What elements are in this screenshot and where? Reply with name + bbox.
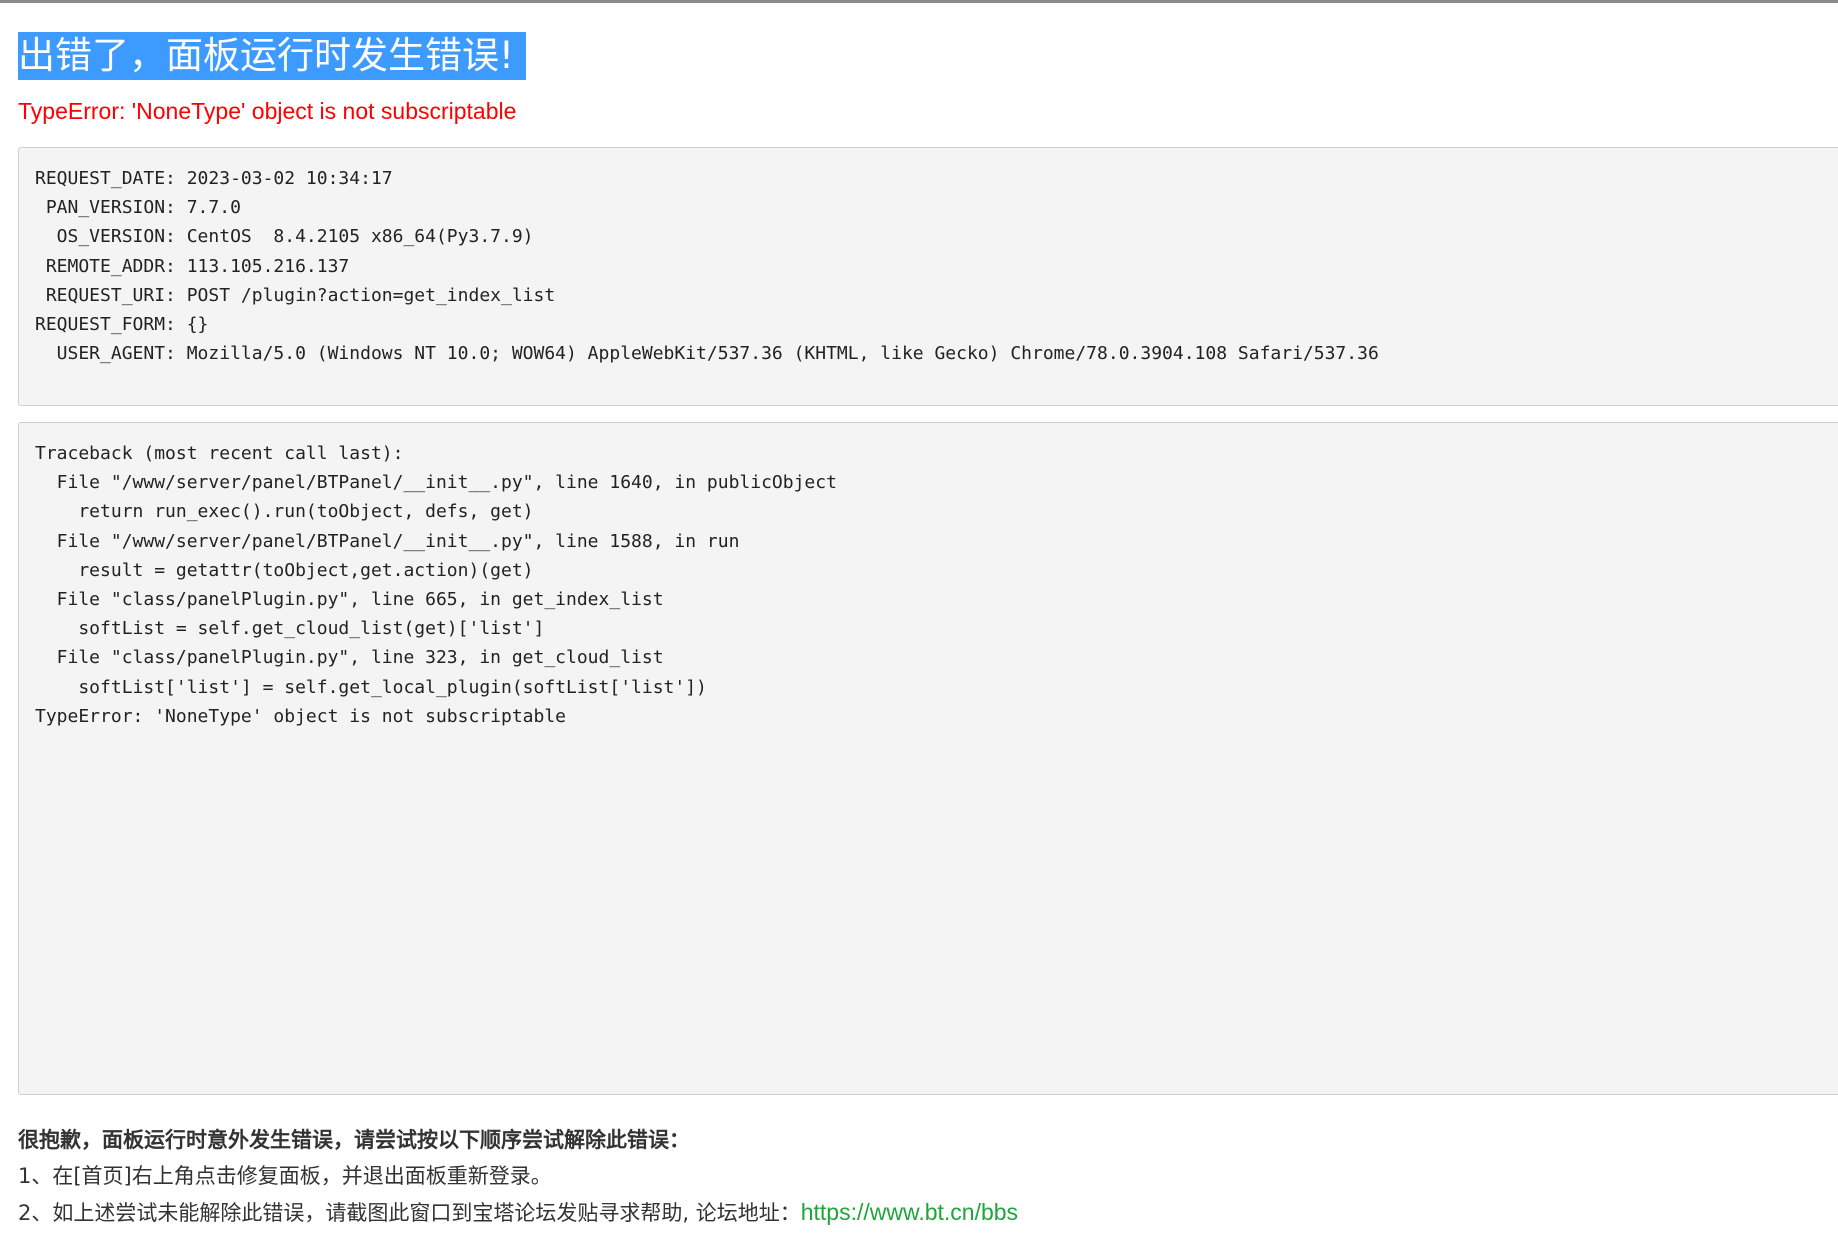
request-info-line: REQUEST_DATE: 2023-03-02 10:34:17 — [35, 168, 393, 189]
request-info-line: REMOTE_ADDR: 113.105.216.137 — [35, 255, 350, 277]
request-info-line: OS_VERSION: CentOS 8.4.2105 x86_64(Py3.7… — [35, 226, 534, 248]
page-title: 出错了，面板运行时发生错误! — [18, 34, 514, 77]
forum-link[interactable]: https://www.bt.cn/bbs — [801, 1199, 1018, 1225]
traceback-line: softList['list'] = self.get_local_plugin… — [35, 676, 707, 698]
request-info-text: REQUEST_DATE: 2023-03-02 10:34:17 PAN_VE… — [19, 148, 1838, 368]
traceback-line: softList = self.get_cloud_list(get)['lis… — [35, 618, 545, 640]
notice-heading: 很抱歉，面板运行时意外发生错误，请尝试按以下顺序尝试解除此错误： — [18, 1128, 690, 1152]
traceback-box: Traceback (most recent call last): File … — [18, 422, 1838, 1095]
traceback-line: return run_exec().run(toObject, defs, ge… — [35, 501, 534, 523]
error-page: 出错了，面板运行时发生错误! TypeError: 'NoneType' obj… — [0, 0, 1838, 1247]
traceback-line: result = getattr(toObject,get.action)(ge… — [35, 559, 534, 581]
traceback-line: TypeError: 'NoneType' object is not subs… — [35, 705, 567, 727]
traceback-line: File "class/panelPlugin.py", line 665, i… — [35, 589, 664, 611]
traceback-text: Traceback (most recent call last): File … — [19, 423, 1838, 731]
traceback-line: Traceback (most recent call last): — [35, 443, 404, 464]
request-info-line: REQUEST_FORM: {} — [35, 314, 209, 336]
notice-step-2: 2、如上述尝试未能解除此错误，请截图此窗口到宝塔论坛发贴寻求帮助, 论坛地址：h… — [18, 1197, 1018, 1227]
title-highlight: 出错了，面板运行时发生错误! — [18, 32, 526, 80]
notice-step-2-text: 2、如上述尝试未能解除此错误，请截图此窗口到宝塔论坛发贴寻求帮助, 论坛地址： — [18, 1201, 801, 1225]
request-info-line: REQUEST_URI: POST /plugin?action=get_ind… — [35, 284, 556, 306]
top-strip — [0, 0, 1838, 3]
request-info-box: REQUEST_DATE: 2023-03-02 10:34:17 PAN_VE… — [18, 147, 1838, 406]
traceback-line: File "/www/server/panel/BTPanel/__init__… — [35, 472, 837, 494]
request-info-line: USER_AGENT: Mozilla/5.0 (Windows NT 10.0… — [35, 343, 1379, 365]
error-message: TypeError: 'NoneType' object is not subs… — [18, 98, 517, 124]
notice-step-1: 1、在[首页]右上角点击修复面板，并退出面板重新登录。 — [18, 1164, 552, 1188]
request-info-line: PAN_VERSION: 7.7.0 — [35, 197, 241, 219]
traceback-line: File "/www/server/panel/BTPanel/__init__… — [35, 530, 740, 552]
traceback-line: File "class/panelPlugin.py", line 323, i… — [35, 647, 664, 669]
